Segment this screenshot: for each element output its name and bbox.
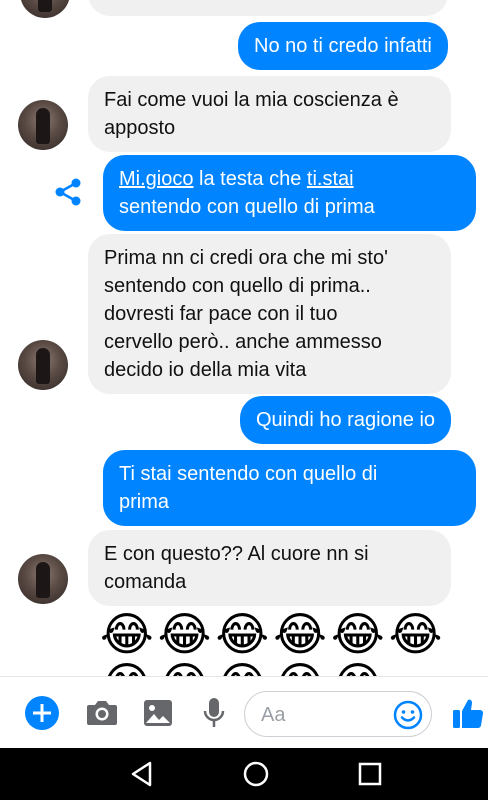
home-icon[interactable] bbox=[242, 760, 270, 788]
recents-icon[interactable] bbox=[356, 760, 384, 788]
message-text: Quindi ho ragione io bbox=[256, 409, 436, 431]
message-text-line: Prima nn ci credi ora che mi sto' bbox=[104, 247, 388, 269]
message-text-line: Ti stai sentendo con quello di bbox=[119, 463, 378, 485]
message-bubble-incoming[interactable]: Fai come vuoi la mia coscienza è apposto bbox=[88, 76, 451, 152]
message-text-line: sentendo con quello di prima.. bbox=[104, 275, 371, 297]
message-bubble-incoming[interactable]: Prima nn ci credi ora che mi sto' senten… bbox=[88, 234, 451, 394]
contact-avatar[interactable] bbox=[20, 0, 70, 18]
message-text-line: comanda bbox=[104, 571, 187, 593]
message-bubble-outgoing[interactable]: Quindi ho ragione io bbox=[240, 396, 452, 444]
add-button[interactable] bbox=[24, 695, 60, 731]
thumbs-up-icon bbox=[453, 699, 484, 729]
message-text: la testa che bbox=[193, 168, 307, 190]
chat-thread[interactable]: No no ti credo infatti Fai come vuoi la … bbox=[0, 0, 488, 676]
message-bubble-outgoing[interactable]: No no ti credo infatti bbox=[238, 22, 448, 70]
message-bubble-incoming[interactable] bbox=[88, 0, 448, 16]
contact-avatar[interactable] bbox=[18, 100, 68, 150]
message-text-line: sentendo con quello di prima bbox=[119, 196, 375, 218]
message-input[interactable] bbox=[261, 702, 381, 728]
emoji-message[interactable]: 😂😂😂😂😂😂 bbox=[100, 608, 447, 660]
message-link[interactable]: ti.stai bbox=[307, 168, 354, 190]
smiley-icon[interactable] bbox=[393, 700, 423, 730]
gallery-button[interactable] bbox=[140, 695, 176, 731]
voice-button[interactable] bbox=[196, 695, 232, 731]
like-button[interactable] bbox=[450, 695, 486, 731]
message-text-line: Fai come vuoi la mia coscienza è bbox=[104, 89, 399, 111]
contact-avatar[interactable] bbox=[18, 554, 68, 604]
emoji-message[interactable]: 😂😂😂😂😂 bbox=[100, 658, 389, 676]
message-composer bbox=[0, 676, 488, 748]
back-icon[interactable] bbox=[128, 760, 156, 788]
contact-avatar[interactable] bbox=[18, 340, 68, 390]
message-text: No no ti credo infatti bbox=[254, 35, 432, 57]
share-icon[interactable] bbox=[52, 176, 84, 208]
plus-icon bbox=[25, 696, 59, 730]
system-navigation-bar bbox=[0, 748, 488, 800]
message-bubble-incoming[interactable]: E con questo?? Al cuore nn si comanda bbox=[88, 530, 451, 606]
message-text-line: dovresti far pace con il tuo bbox=[104, 303, 338, 325]
message-bubble-outgoing[interactable]: Mi.gioco la testa che ti.stai sentendo c… bbox=[103, 155, 476, 231]
message-bubble-outgoing[interactable]: Ti stai sentendo con quello di prima bbox=[103, 450, 476, 526]
microphone-icon bbox=[203, 698, 225, 727]
message-text-line: decido io della mia vita bbox=[104, 359, 307, 381]
camera-icon bbox=[87, 701, 117, 725]
message-text-line: E con questo?? Al cuore nn si bbox=[104, 543, 369, 565]
image-icon bbox=[144, 700, 172, 726]
message-text-line: cervello però.. anche ammesso bbox=[104, 331, 382, 353]
message-link[interactable]: Mi.gioco bbox=[119, 168, 193, 190]
message-input-box[interactable] bbox=[244, 691, 432, 737]
message-text-line: apposto bbox=[104, 117, 176, 139]
message-text-line: prima bbox=[119, 491, 170, 513]
camera-button[interactable] bbox=[84, 695, 120, 731]
